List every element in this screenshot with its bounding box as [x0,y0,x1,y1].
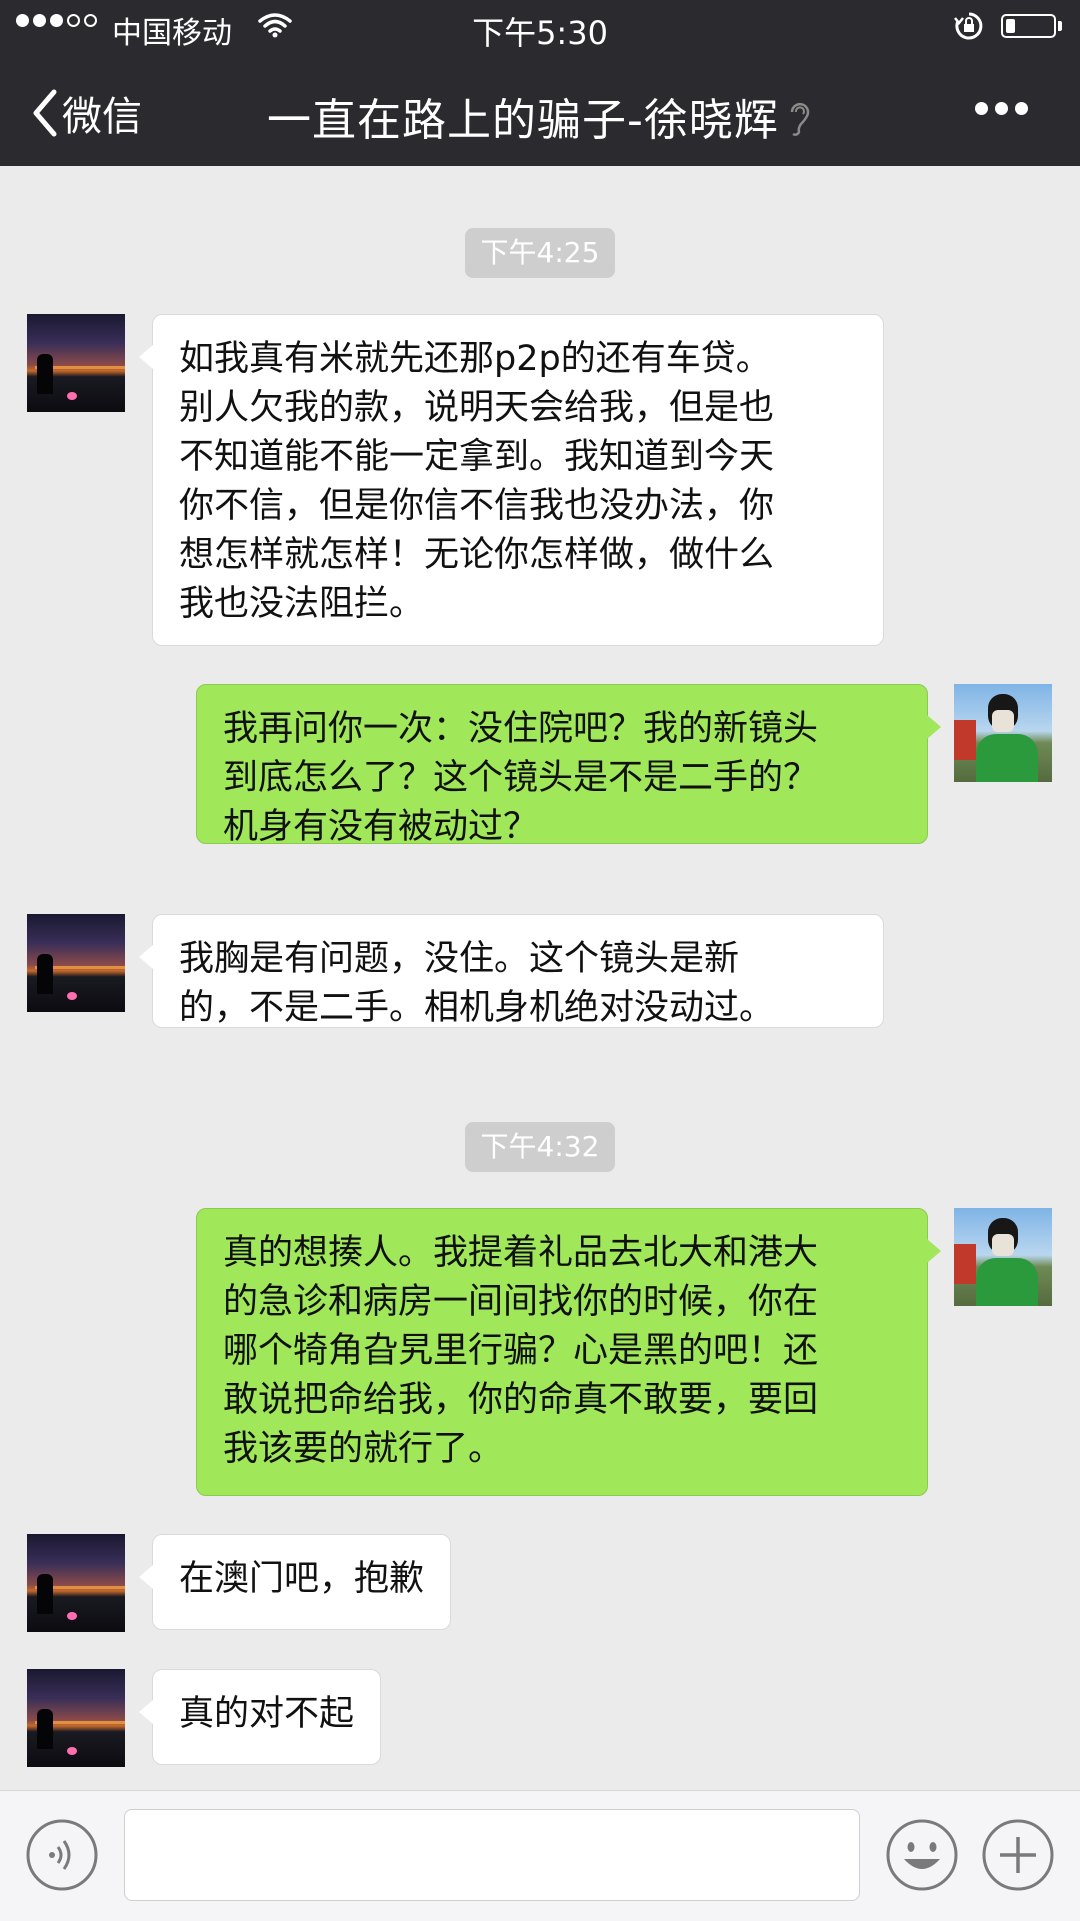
message-bubble-incoming[interactable]: 真的对不起 [138,1669,382,1765]
message-bubble-outgoing[interactable]: 真的想揍人。我提着礼品去北大和港大 的急诊和病房一间间找你的时候，你在 哪个犄角… [196,1208,941,1496]
message-text: 我胸是有问题，没住。这个镜头是新 的，不是二手。相机身机绝对没动过。 [179,939,775,1028]
emoji-icon [886,1819,958,1891]
rotation-lock-icon [953,10,985,46]
voice-icon [26,1819,98,1891]
chat-title-text: 一直在路上的骗子-徐晓辉 [267,95,779,146]
contact-avatar[interactable] [27,1669,125,1767]
message-bubble-outgoing[interactable]: 我再问你一次：没住院吧？我的新镜头 到底怎么了？这个镜头是不是二手的？ 机身有没… [196,684,941,847]
contact-avatar[interactable] [27,914,125,1012]
message-bubble-incoming[interactable]: 我胸是有问题，没住。这个镜头是新 的，不是二手。相机身机绝对没动过。 [139,914,884,1028]
nav-bar: 微信 一直在路上的骗子-徐晓辉 [0,54,1080,166]
message-input[interactable] [124,1809,860,1901]
message-text: 在澳门吧，抱歉 [179,1559,425,1599]
plus-icon [982,1819,1054,1891]
message-text: 真的想揍人。我提着礼品去北大和港大 的急诊和病房一间间找你的时候，你在 哪个犄角… [223,1233,819,1469]
timestamp: 下午4:32 [465,1122,615,1172]
chat-area[interactable]: 下午4:25 如我真有米就先还那p2p的还有车贷。 别人欠我的款，说明天会给我，… [0,166,1080,1790]
emoji-button[interactable] [884,1817,960,1897]
battery-icon [1001,14,1056,38]
more-icon [975,102,988,115]
my-avatar[interactable] [954,684,1052,782]
voice-button[interactable] [24,1817,100,1897]
message-text: 真的对不起 [179,1694,355,1734]
input-bar [0,1790,1080,1921]
message-bubble-incoming[interactable]: 在澳门吧，抱歉 [138,1534,452,1630]
contact-avatar[interactable] [27,314,125,412]
contact-avatar[interactable] [27,1534,125,1632]
message-bubble-incoming[interactable]: 如我真有米就先还那p2p的还有车贷。 别人欠我的款，说明天会给我，但是也 不知道… [139,314,884,646]
chat-title: 一直在路上的骗子-徐晓辉 [0,84,1080,149]
ear-icon [787,98,813,149]
more-functions-button[interactable] [980,1817,1056,1897]
more-button[interactable] [975,102,1028,115]
my-avatar[interactable] [954,1208,1052,1306]
message-text: 我再问你一次：没住院吧？我的新镜头 到底怎么了？这个镜头是不是二手的？ 机身有没… [223,709,819,847]
battery-cap [1058,21,1062,31]
status-time: 下午5:30 [472,14,608,52]
message-text: 如我真有米就先还那p2p的还有车贷。 别人欠我的款，说明天会给我，但是也 不知道… [179,339,775,624]
timestamp: 下午4:25 [465,228,615,278]
status-bar: 中国移动 下午5:30 [0,0,1080,54]
